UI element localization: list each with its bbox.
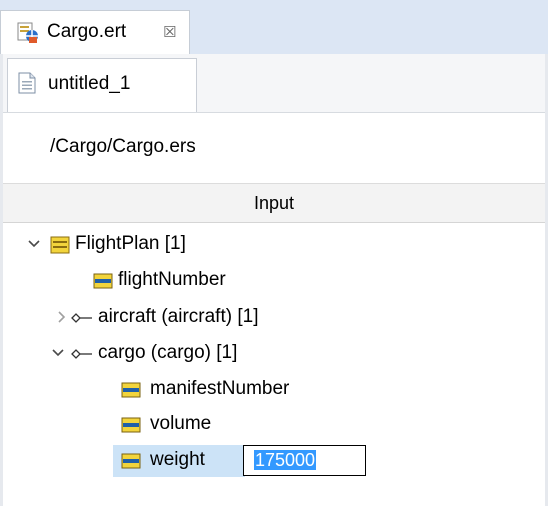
weight-value-text[interactable]: 175000 xyxy=(254,450,317,470)
tree-label-flightnumber: flightNumber xyxy=(118,269,226,290)
reference-icon xyxy=(71,310,93,326)
tree-label-manifestnumber: manifestNumber xyxy=(150,378,290,399)
tree-label-aircraft: aircraft (aircraft) [1] xyxy=(98,306,259,327)
field-icon xyxy=(93,272,113,290)
tree-label-flightplan: FlightPlan [1] xyxy=(75,233,186,254)
tree-label-volume: volume xyxy=(150,413,212,434)
editor-tabbar: Cargo.ert ☒ xyxy=(0,0,548,55)
tree-row-flightplan[interactable]: FlightPlan [1] xyxy=(3,229,545,261)
column-header-input[interactable]: Input xyxy=(3,183,545,223)
sub-tab-label: untitled_1 xyxy=(48,73,131,94)
sub-tab-untitled[interactable]: untitled_1 xyxy=(7,58,197,112)
mapping-file-icon xyxy=(17,22,41,44)
chevron-down-icon[interactable] xyxy=(50,343,66,363)
tree-row-aircraft[interactable]: aircraft (aircraft) [1] xyxy=(3,302,545,334)
tree-row-cargo[interactable]: cargo (cargo) [1] xyxy=(3,338,545,370)
tree-label-weight: weight xyxy=(150,449,205,470)
chevron-down-icon[interactable] xyxy=(26,234,42,254)
tree-row-flightnumber[interactable]: flightNumber xyxy=(3,265,545,297)
sub-tabbar: untitled_1 xyxy=(3,54,545,113)
reference-icon xyxy=(71,346,93,362)
close-icon[interactable]: ☒ xyxy=(163,23,176,41)
tree-label-cargo: cargo (cargo) [1] xyxy=(98,342,238,363)
source-path: /Cargo/Cargo.ers xyxy=(50,136,196,157)
field-icon xyxy=(121,381,141,399)
weight-value-input[interactable]: 175000 xyxy=(243,445,366,476)
tree-row-manifestnumber[interactable]: manifestNumber xyxy=(3,374,545,406)
document-icon xyxy=(18,72,36,94)
field-icon xyxy=(121,416,141,434)
tree-row-volume[interactable]: volume xyxy=(3,409,545,441)
tree-row-weight[interactable]: weight xyxy=(113,445,245,477)
editor-tab-cargo[interactable]: Cargo.ert ☒ xyxy=(0,10,190,54)
chevron-right-icon[interactable] xyxy=(53,307,69,327)
editor-tab-label: Cargo.ert xyxy=(47,21,127,42)
element-icon xyxy=(50,236,70,254)
field-icon xyxy=(121,452,141,470)
